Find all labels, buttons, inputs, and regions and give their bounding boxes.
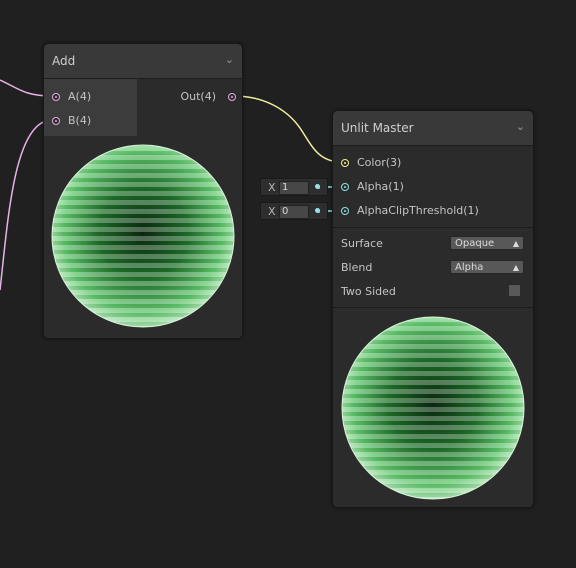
port-connector-icon[interactable] — [341, 183, 349, 191]
blend-value: Alpha — [455, 262, 484, 273]
port-connector-icon[interactable] — [341, 207, 349, 215]
input-port-alphaclip[interactable]: AlphaClipThreshold(1) — [339, 203, 529, 221]
port-connector-icon[interactable] — [228, 93, 236, 101]
port-connector-icon — [315, 208, 320, 213]
blend-dropdown[interactable]: Alpha ▲︎ — [450, 260, 524, 274]
alphaclip-value-input[interactable]: 0 — [279, 205, 309, 219]
alphaclip-value-field[interactable]: X 0 — [260, 202, 328, 220]
node-title: Add — [52, 54, 76, 68]
surface-label: Surface — [341, 237, 383, 250]
input-port-b[interactable]: B(4) — [50, 113, 140, 131]
chevron-down-icon[interactable]: ⌄ — [516, 120, 525, 133]
port-connector-icon[interactable] — [341, 159, 349, 167]
master-node-preview — [333, 308, 533, 504]
input-port-a[interactable]: A(4) — [50, 89, 140, 107]
add-node-header[interactable]: Add ⌄ — [44, 44, 242, 79]
port-connector-icon[interactable] — [52, 117, 60, 125]
alpha-value-field[interactable]: X 1 — [260, 178, 328, 196]
master-node-header[interactable]: Unlit Master ⌄ — [333, 111, 533, 146]
field-x-label: X — [268, 181, 276, 194]
port-connector-icon — [315, 184, 320, 189]
node-title: Unlit Master — [341, 121, 414, 135]
input-port-color[interactable]: Color(3) — [339, 155, 519, 173]
wire-add-to-color — [233, 95, 343, 163]
field-x-label: X — [268, 205, 276, 218]
chevron-down-icon[interactable]: ⌄ — [225, 53, 234, 66]
surface-dropdown[interactable]: Opaque ▲︎ — [450, 236, 524, 250]
sphere-preview — [341, 316, 525, 500]
input-port-alpha[interactable]: Alpha(1) — [339, 179, 519, 197]
sphere-preview — [51, 144, 235, 328]
blend-label: Blend — [341, 261, 373, 274]
two-sided-label: Two Sided — [341, 285, 396, 298]
surface-value: Opaque — [455, 238, 495, 249]
unlit-master-node[interactable]: Unlit Master ⌄ Color(3) Alpha(1) AlphaCl… — [332, 110, 534, 508]
two-sided-checkbox[interactable] — [508, 284, 521, 297]
port-connector-icon[interactable] — [52, 93, 60, 101]
output-port-out[interactable]: Out(4) — [160, 89, 240, 107]
port-label: B(4) — [68, 114, 92, 127]
port-label: A(4) — [68, 90, 92, 103]
port-label: AlphaClipThreshold(1) — [357, 204, 479, 217]
alpha-value-input[interactable]: 1 — [279, 181, 309, 195]
port-label: Alpha(1) — [357, 180, 404, 193]
dropdown-arrow-icon: ▲︎ — [512, 263, 519, 272]
dropdown-arrow-icon: ▲︎ — [512, 239, 519, 248]
add-node[interactable]: Add ⌄ A(4) B(4) Out(4) — [43, 43, 243, 339]
add-node-preview — [44, 137, 242, 335]
port-label: Out(4) — [180, 90, 216, 103]
port-label: Color(3) — [357, 156, 402, 169]
divider — [333, 227, 533, 228]
